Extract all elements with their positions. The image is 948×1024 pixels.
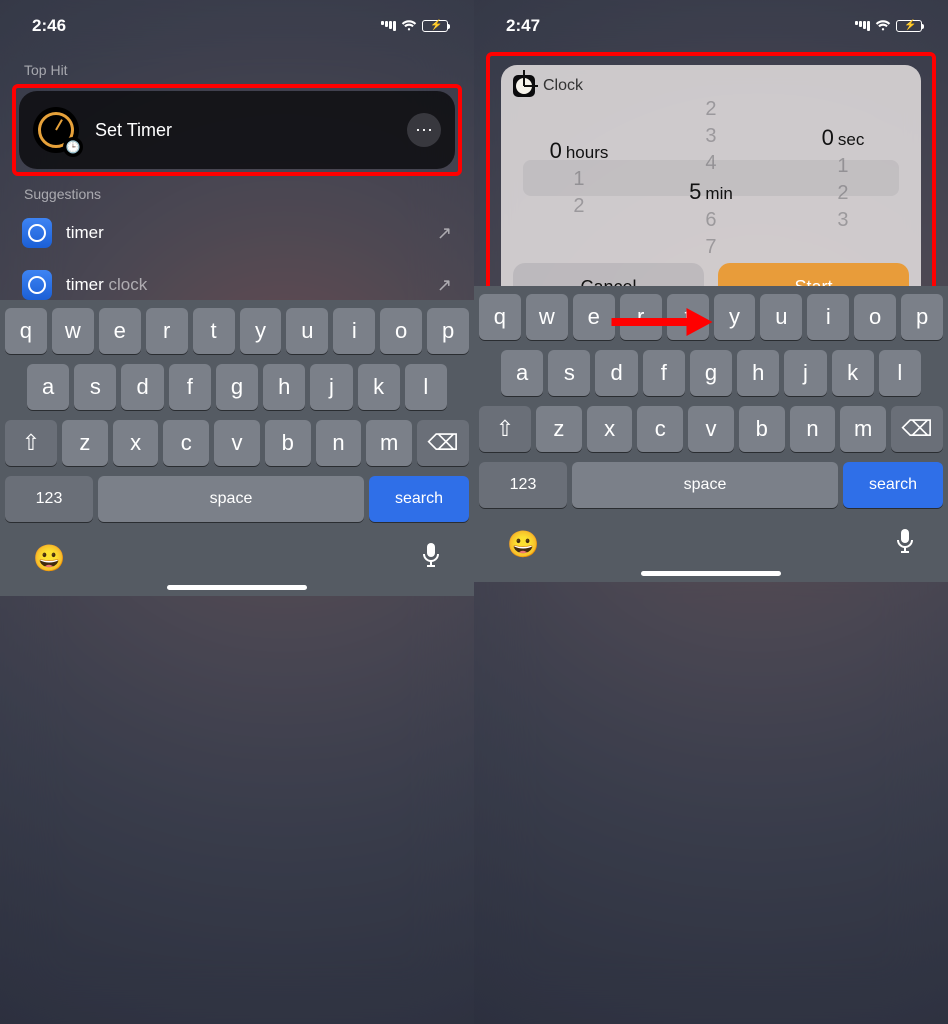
- key[interactable]: x: [113, 420, 159, 466]
- home-indicator[interactable]: [641, 571, 781, 576]
- shift-key[interactable]: ⇧: [479, 406, 531, 452]
- key[interactable]: c: [163, 420, 209, 466]
- status-time: 2:46: [32, 16, 66, 36]
- shift-key[interactable]: ⇧: [5, 420, 57, 466]
- key[interactable]: p: [901, 294, 943, 340]
- key[interactable]: b: [739, 406, 785, 452]
- key[interactable]: x: [587, 406, 633, 452]
- mic-key[interactable]: [895, 528, 915, 561]
- key[interactable]: n: [316, 420, 362, 466]
- more-icon[interactable]: ⋯: [407, 113, 441, 147]
- key[interactable]: w: [52, 308, 94, 354]
- tophit-card[interactable]: 🕒 Set Timer ⋯: [19, 91, 455, 169]
- wifi-icon: [874, 16, 892, 36]
- status-bar: 2:47 ⚡: [474, 0, 948, 52]
- key[interactable]: r: [146, 308, 188, 354]
- key[interactable]: q: [5, 308, 47, 354]
- key[interactable]: f: [643, 350, 685, 396]
- key[interactable]: w: [526, 294, 568, 340]
- backspace-key[interactable]: ⌫: [891, 406, 943, 452]
- arrow-icon: ↗: [437, 223, 452, 244]
- key[interactable]: s: [74, 364, 116, 410]
- key[interactable]: a: [27, 364, 69, 410]
- key[interactable]: p: [427, 308, 469, 354]
- safari-icon: [22, 218, 52, 248]
- annotation-box: 🕒 Set Timer ⋯: [12, 84, 462, 176]
- keyboard: qwertyuiop asdfghjkl ⇧ z x c v b n m ⌫ 1…: [0, 300, 474, 596]
- key[interactable]: j: [310, 364, 352, 410]
- key[interactable]: t: [193, 308, 235, 354]
- timer-icon: 🕒: [33, 107, 79, 153]
- key[interactable]: z: [62, 420, 108, 466]
- safari-icon: [22, 270, 52, 300]
- search-key[interactable]: search: [369, 476, 469, 522]
- key[interactable]: h: [263, 364, 305, 410]
- battery-icon: ⚡: [896, 20, 922, 32]
- key[interactable]: y: [714, 294, 756, 340]
- space-key[interactable]: space: [572, 462, 838, 508]
- key[interactable]: i: [333, 308, 375, 354]
- tophit-label: Top Hit: [24, 62, 462, 78]
- key[interactable]: c: [637, 406, 683, 452]
- screenshot-right: 2:47 ⚡ Clock 0h: [474, 0, 948, 1024]
- key[interactable]: b: [265, 420, 311, 466]
- key[interactable]: g: [690, 350, 732, 396]
- annotation-arrow: [607, 302, 717, 342]
- battery-icon: ⚡: [422, 20, 448, 32]
- minutes-picker[interactable]: 2 3 4 5min 6 7: [646, 98, 777, 259]
- signal-icon: [380, 21, 396, 31]
- key[interactable]: i: [807, 294, 849, 340]
- key[interactable]: y: [240, 308, 282, 354]
- seconds-picker[interactable]: 0sec 1 2 3: [778, 125, 909, 232]
- key[interactable]: n: [790, 406, 836, 452]
- home-indicator[interactable]: [167, 585, 307, 590]
- key[interactable]: j: [784, 350, 826, 396]
- key[interactable]: f: [169, 364, 211, 410]
- suggestion-item[interactable]: timer ↗: [12, 208, 462, 258]
- key[interactable]: e: [99, 308, 141, 354]
- duration-picker[interactable]: 0hours 1 2 2 3 4 5min 6 7: [513, 103, 909, 253]
- key[interactable]: l: [879, 350, 921, 396]
- clock-app-icon: [513, 75, 535, 97]
- widget-app-name: Clock: [543, 77, 583, 95]
- emoji-key[interactable]: 😀: [33, 543, 65, 574]
- status-time: 2:47: [506, 16, 540, 36]
- arrow-icon: ↗: [437, 275, 452, 296]
- signal-icon: [854, 21, 870, 31]
- key[interactable]: d: [121, 364, 163, 410]
- key[interactable]: a: [501, 350, 543, 396]
- search-key[interactable]: search: [843, 462, 943, 508]
- numbers-key[interactable]: 123: [479, 462, 567, 508]
- key[interactable]: q: [479, 294, 521, 340]
- tophit-title: Set Timer: [95, 120, 391, 141]
- mic-key[interactable]: [421, 542, 441, 575]
- numbers-key[interactable]: 123: [5, 476, 93, 522]
- key[interactable]: m: [366, 420, 412, 466]
- status-bar: 2:46 ⚡: [0, 0, 474, 52]
- key[interactable]: d: [595, 350, 637, 396]
- key[interactable]: g: [216, 364, 258, 410]
- backspace-key[interactable]: ⌫: [417, 420, 469, 466]
- key[interactable]: u: [286, 308, 328, 354]
- key[interactable]: s: [548, 350, 590, 396]
- key[interactable]: v: [214, 420, 260, 466]
- key[interactable]: u: [760, 294, 802, 340]
- key[interactable]: h: [737, 350, 779, 396]
- key[interactable]: z: [536, 406, 582, 452]
- hours-picker[interactable]: 0hours 1 2: [514, 138, 645, 218]
- space-key[interactable]: space: [98, 476, 364, 522]
- key[interactable]: k: [358, 364, 400, 410]
- key[interactable]: o: [854, 294, 896, 340]
- key[interactable]: v: [688, 406, 734, 452]
- suggestions-label: Suggestions: [24, 186, 462, 202]
- key[interactable]: l: [405, 364, 447, 410]
- emoji-key[interactable]: 😀: [507, 529, 539, 560]
- wifi-icon: [400, 16, 418, 36]
- key[interactable]: o: [380, 308, 422, 354]
- key[interactable]: m: [840, 406, 886, 452]
- key[interactable]: k: [832, 350, 874, 396]
- screenshot-left: 2:46 ⚡ Top Hit 🕒 Set Timer ⋯: [0, 0, 474, 1024]
